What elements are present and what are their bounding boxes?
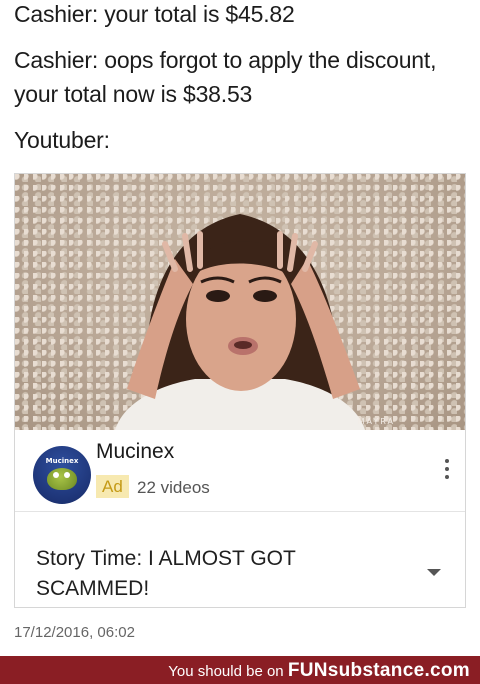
more-dot-3 — [445, 475, 449, 479]
channel-name[interactable]: Mucinex — [96, 440, 174, 464]
caption-line-2: Cashier: oops forgot to apply the discou… — [14, 47, 437, 107]
caption-line-1: Cashier: your total is $45.82 — [14, 1, 295, 27]
mascot-eye-left — [53, 472, 59, 478]
footer-prefix: You should be on — [168, 663, 284, 680]
thumbnail-illustration — [115, 214, 365, 430]
avatar-brand-text: Mucinex — [45, 457, 79, 465]
footer-text: You should be on FUNsubstance.com — [168, 660, 470, 682]
post-timestamp: 17/12/2016, 06:02 — [14, 624, 135, 641]
site-footer: You should be on FUNsubstance.com — [0, 656, 480, 684]
thumbnail-watermark: MAYRA — [357, 417, 395, 426]
mascot-icon — [47, 468, 77, 490]
caption-line-3: Youtuber: — [14, 127, 110, 153]
footer-brand[interactable]: FUNsubstance.com — [288, 660, 470, 681]
more-dot-2 — [445, 467, 449, 471]
channel-row[interactable]: Mucinex Mucinex Ad 22 videos — [15, 430, 465, 512]
more-vertical-icon[interactable] — [439, 456, 455, 482]
video-title[interactable]: Story Time: I ALMOST GOT SCAMMED! — [36, 544, 366, 604]
video-thumbnail[interactable]: MAYRA — [15, 174, 465, 430]
mascot-eye-right — [64, 472, 70, 478]
channel-avatar[interactable]: Mucinex — [33, 446, 91, 504]
ad-badge: Ad — [96, 475, 129, 498]
chevron-down-icon[interactable] — [427, 569, 441, 576]
more-dot-1 — [445, 459, 449, 463]
video-title-row[interactable]: Story Time: I ALMOST GOT SCAMMED! — [15, 512, 465, 608]
video-card[interactable]: MAYRA Mucinex Mucinex Ad 22 videos Story… — [14, 173, 466, 608]
video-count: 22 videos — [137, 478, 210, 497]
